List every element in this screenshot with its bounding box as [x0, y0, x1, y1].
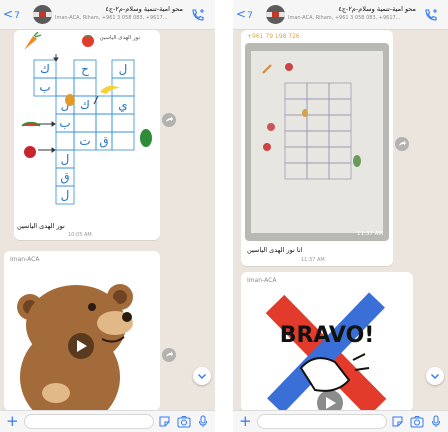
share-icon[interactable] [162, 113, 176, 127]
plus-icon[interactable]: + [239, 413, 252, 429]
chevron-down-icon [198, 374, 206, 379]
group-title[interactable]: محو امية-تنمية وسلام-م٢-ج٤ [55, 5, 183, 13]
sender-name: Iman-ACA [10, 256, 40, 263]
grid-letter: ب [59, 116, 70, 130]
add-call-icon[interactable] [423, 7, 439, 23]
grid-letter: ل [61, 188, 70, 202]
chat-screen-left: <7 محو امية-تنمية وسلام-م٢-ج٤ Iman-ACA, … [0, 0, 215, 432]
play-icon[interactable] [317, 390, 343, 410]
caption-timestamp: 10:05 AM [68, 232, 92, 238]
message-input[interactable] [257, 414, 387, 429]
image-message[interactable]: نور الهدى الياسين ك ح ل ب ي ك ل ب ت ق ل … [14, 30, 160, 240]
unread-count: 7 [247, 11, 253, 21]
chat-header: <7 محو امية-تنمية وسلام-م٢-ج٤ Iman-ACA, … [233, 0, 448, 30]
grid-letter: ك [80, 98, 90, 112]
chevron-down-icon [431, 374, 439, 379]
video-message[interactable]: Iman-ACA BRAVO! [241, 272, 413, 410]
unread-count: 7 [14, 11, 20, 21]
chat-header: <7 محو امية-تنمية وسلام-م٢-ج٤ Iman-ACA, … [0, 0, 215, 30]
bravo-text: BRAVO! [280, 323, 375, 348]
chevron-left-icon: < [3, 7, 14, 21]
worksheet-drawing: نور الهدى الياسين ك ح ل ب ي ك ل ب ت ق ل … [21, 32, 152, 205]
chat-screen-right: <7 محو امية-تنمية وسلام-م٢-ج٤ Iman-ACA, … [233, 0, 448, 432]
grid-letter: ب [39, 80, 50, 94]
grid-letter: ل [61, 152, 70, 166]
add-call-icon[interactable] [190, 7, 206, 23]
plus-icon[interactable]: + [6, 413, 19, 429]
image-timestamp: 11:37 AM [357, 231, 384, 237]
grid-letter: ك [40, 62, 50, 76]
microphone-icon[interactable] [198, 415, 208, 428]
image-message[interactable]: +961 79 198 726 11:37 AM انا نور الهدى ا… [241, 30, 393, 266]
image-caption: نور الهدى الياسين [17, 222, 65, 230]
group-avatar[interactable] [33, 5, 52, 24]
grid-letter: ح [81, 62, 89, 76]
sender-phone: +961 79 198 726 [247, 33, 300, 40]
microphone-icon[interactable] [431, 415, 441, 428]
back-button[interactable]: <7 [3, 7, 20, 23]
share-icon[interactable] [395, 137, 409, 151]
scroll-down-button[interactable] [426, 367, 444, 385]
cucumber-drawing [140, 129, 152, 147]
composer-bar: + [233, 410, 448, 432]
group-avatar[interactable] [266, 5, 285, 24]
sticker-icon[interactable] [158, 415, 171, 428]
grid-letter: ي [118, 98, 127, 112]
worksheet-photo-drawing [251, 51, 383, 233]
banana-drawing [100, 85, 120, 94]
scroll-down-button[interactable] [193, 367, 211, 385]
group-title[interactable]: محو امية-تنمية وسلام-م٢-ج٤ [288, 5, 416, 13]
grid-letter: ق [99, 134, 108, 148]
grid-letter: ق [60, 170, 69, 184]
apple-drawing [24, 146, 36, 158]
play-icon[interactable] [68, 333, 94, 359]
group-members: Iman-ACA, Riham, +961 3 058 083, +9617..… [55, 15, 168, 21]
pear-drawing [65, 94, 75, 106]
share-icon[interactable] [162, 348, 176, 362]
image-timestamp: 10:05 AM [124, 210, 151, 216]
worksheet-name: نور الهدى الياسين [100, 35, 141, 41]
image-caption: انا نور الهدى الياسين [247, 246, 303, 254]
composer-bar: + [0, 410, 215, 432]
chat-area[interactable]: نور الهدى الياسين ك ح ل ب ي ك ل ب ت ق ل … [0, 30, 215, 410]
tomato-drawing [82, 35, 94, 47]
camera-icon[interactable] [177, 415, 191, 428]
grid-letter: ت [79, 134, 90, 148]
worksheet-photo[interactable]: 11:37 AM [245, 43, 389, 241]
video-message[interactable]: Iman-ACA [4, 251, 160, 410]
sticker-icon[interactable] [391, 415, 404, 428]
camera-icon[interactable] [410, 415, 424, 428]
carrot-drawing [24, 32, 42, 50]
chat-area[interactable]: +961 79 198 726 11:37 AM انا نور الهدى ا… [233, 30, 448, 410]
sender-name: Iman-ACA [247, 277, 277, 284]
worksheet-image[interactable]: نور الهدى الياسين ك ح ل ب ي ك ل ب ت ق ل … [16, 32, 158, 218]
grid-letter: ل [119, 62, 128, 76]
chevron-left-icon: < [236, 7, 247, 21]
caption-timestamp: 11:37 AM [301, 257, 325, 263]
message-input[interactable] [24, 414, 154, 429]
back-button[interactable]: <7 [236, 7, 253, 23]
group-members: Iman-ACA, Riham, +961 3 058 083, +9617..… [288, 15, 401, 21]
